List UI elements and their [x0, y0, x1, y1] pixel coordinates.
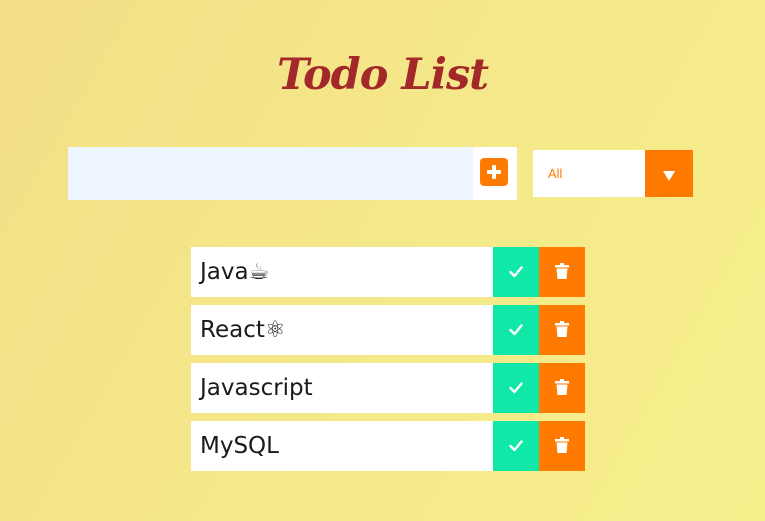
todo-item: React⚛ [191, 305, 585, 355]
page-title: Todo List [276, 49, 489, 100]
add-todo-button[interactable] [480, 158, 508, 186]
todo-item-text: Javascript [200, 375, 313, 401]
complete-button[interactable] [493, 305, 539, 355]
filter-dropdown-button[interactable] [645, 150, 693, 197]
todo-item: Java☕ [191, 247, 585, 297]
complete-button[interactable] [493, 363, 539, 413]
todo-item-text: React⚛ [200, 317, 286, 343]
caret-down-icon [663, 171, 675, 181]
filter-selected-value: All [548, 166, 563, 181]
todo-item: Javascript [191, 363, 585, 413]
complete-button[interactable] [493, 421, 539, 471]
todo-item-text: Java☕ [200, 259, 270, 285]
todo-item-text: MySQL [200, 433, 279, 459]
trash-icon [555, 379, 569, 395]
todo-list: Java☕ React⚛ Javascript MySQL [191, 247, 585, 479]
trash-icon [555, 263, 569, 279]
trash-icon [555, 321, 569, 337]
check-icon [509, 324, 523, 336]
delete-button[interactable] [539, 421, 585, 471]
filter-select[interactable]: All [533, 150, 693, 197]
trash-icon [555, 437, 569, 453]
check-icon [509, 440, 523, 452]
check-icon [509, 382, 523, 394]
todo-input[interactable] [68, 147, 473, 200]
plus-icon [487, 165, 501, 179]
check-icon [509, 266, 523, 278]
todo-form [68, 147, 517, 200]
delete-button[interactable] [539, 363, 585, 413]
todo-item: MySQL [191, 421, 585, 471]
complete-button[interactable] [493, 247, 539, 297]
delete-button[interactable] [539, 305, 585, 355]
delete-button[interactable] [539, 247, 585, 297]
